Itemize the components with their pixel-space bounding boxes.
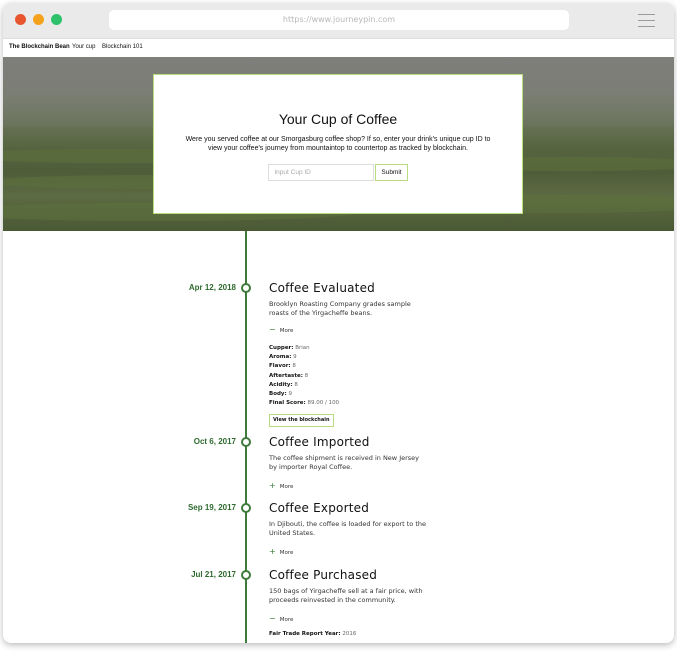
detail-key: Flavor: xyxy=(269,363,291,370)
maximize-window-button[interactable] xyxy=(51,14,62,25)
detail-value: 9 xyxy=(288,391,292,398)
more-toggle[interactable]: − More xyxy=(269,325,293,334)
detail-row: Acidity: 8 xyxy=(269,381,339,390)
detail-key: Body: xyxy=(269,391,287,398)
detail-row: Aftertaste: 8 xyxy=(269,372,339,381)
detail-row: Cupper: Brian xyxy=(269,344,339,353)
hero-banner: Your Cup of Coffee Were you served coffe… xyxy=(3,57,674,231)
detail-key: Aftertaste: xyxy=(269,372,303,379)
detail-value: 9 xyxy=(293,354,297,361)
more-label: More xyxy=(279,328,294,334)
more-toggle[interactable]: + More xyxy=(269,547,293,556)
event-title: Coffee Purchased xyxy=(269,568,378,582)
timeline-node-icon xyxy=(241,437,251,447)
site-navigation: The Blockchain Bean Your cup Blockchain … xyxy=(3,39,674,57)
address-bar[interactable]: https://www.journeypin.com xyxy=(109,10,569,30)
event-title: Coffee Evaluated xyxy=(269,281,375,295)
detail-value: 8 xyxy=(304,372,309,379)
detail-row: Aroma: 9 xyxy=(269,353,339,362)
timeline-node-icon xyxy=(241,570,251,580)
event-date: Jul 21, 2017 xyxy=(191,570,236,579)
detail-value: 89.00 / 100 xyxy=(307,400,340,407)
browser-chrome: https://www.journeypin.com xyxy=(3,3,674,39)
event-description: The coffee shipment is received in New J… xyxy=(269,454,420,471)
detail-key: Cupper: xyxy=(269,345,294,351)
event-title: Coffee Imported xyxy=(269,435,370,449)
detail-row: Flavor: 8 xyxy=(269,362,339,371)
more-label: More xyxy=(279,550,294,556)
hero-title: Your Cup of Coffee xyxy=(278,111,398,127)
browser-window: https://www.journeypin.com The Blockchai… xyxy=(3,3,674,643)
event-date: Apr 12, 2018 xyxy=(188,283,236,292)
detail-value: 8 xyxy=(294,381,298,388)
event-description: Brooklyn Roasting Company grades sample … xyxy=(269,300,411,317)
detail-key: Acidity: xyxy=(269,381,293,388)
minimize-window-button[interactable] xyxy=(33,14,44,25)
nav-link-blockchain-101[interactable]: Blockchain 101 xyxy=(102,44,143,50)
detail-value: 2016 xyxy=(342,631,357,637)
minus-icon: − xyxy=(269,614,276,623)
detail-row: Body: 9 xyxy=(269,390,339,399)
timeline-node-icon xyxy=(241,283,251,293)
evaluation-details: Cupper: Brian Aroma: 9 Flavor: 8 Afterta… xyxy=(269,344,339,408)
view-blockchain-button[interactable]: View the blockchain xyxy=(269,414,334,427)
brand-link[interactable]: The Blockchain Bean xyxy=(9,44,70,50)
detail-key: Final Score: xyxy=(269,400,306,407)
nav-link-your-cup[interactable]: Your cup xyxy=(72,44,95,50)
menu-icon[interactable] xyxy=(638,14,655,32)
event-description: In Djibouti, the coffee is loaded for ex… xyxy=(269,520,426,537)
purchase-details: Fair Trade Report Year: 2016 xyxy=(269,630,356,639)
minus-icon: − xyxy=(269,325,276,334)
event-description: 150 bags of Yirgacheffe sell at a fair p… xyxy=(269,587,423,604)
cup-id-input[interactable] xyxy=(268,164,375,181)
event-title: Coffee Exported xyxy=(269,501,370,515)
more-toggle[interactable]: − More xyxy=(269,614,293,623)
close-window-button[interactable] xyxy=(15,14,26,25)
hero-description: Were you served coffee at our Smorgasbur… xyxy=(185,136,491,152)
event-date: Oct 6, 2017 xyxy=(193,437,236,446)
detail-row: Fair Trade Report Year: 2016 xyxy=(269,630,356,639)
more-label: More xyxy=(279,617,294,623)
plus-icon: + xyxy=(269,481,276,490)
submit-button[interactable]: Submit xyxy=(375,164,408,181)
timeline-node-icon xyxy=(241,503,251,513)
event-date: Sep 19, 2017 xyxy=(187,503,236,512)
detail-key: Aroma: xyxy=(269,354,292,361)
detail-value: Brian xyxy=(295,345,310,351)
detail-row: Final Score: 89.00 / 100 xyxy=(269,399,339,408)
detail-value: 8 xyxy=(292,363,296,370)
more-label: More xyxy=(279,484,294,490)
detail-key: Fair Trade Report Year: xyxy=(269,631,341,637)
more-toggle[interactable]: + More xyxy=(269,481,293,490)
plus-icon: + xyxy=(269,547,276,556)
cup-id-form: Submit xyxy=(154,164,522,181)
cup-lookup-card: Your Cup of Coffee Were you served coffe… xyxy=(153,74,523,214)
